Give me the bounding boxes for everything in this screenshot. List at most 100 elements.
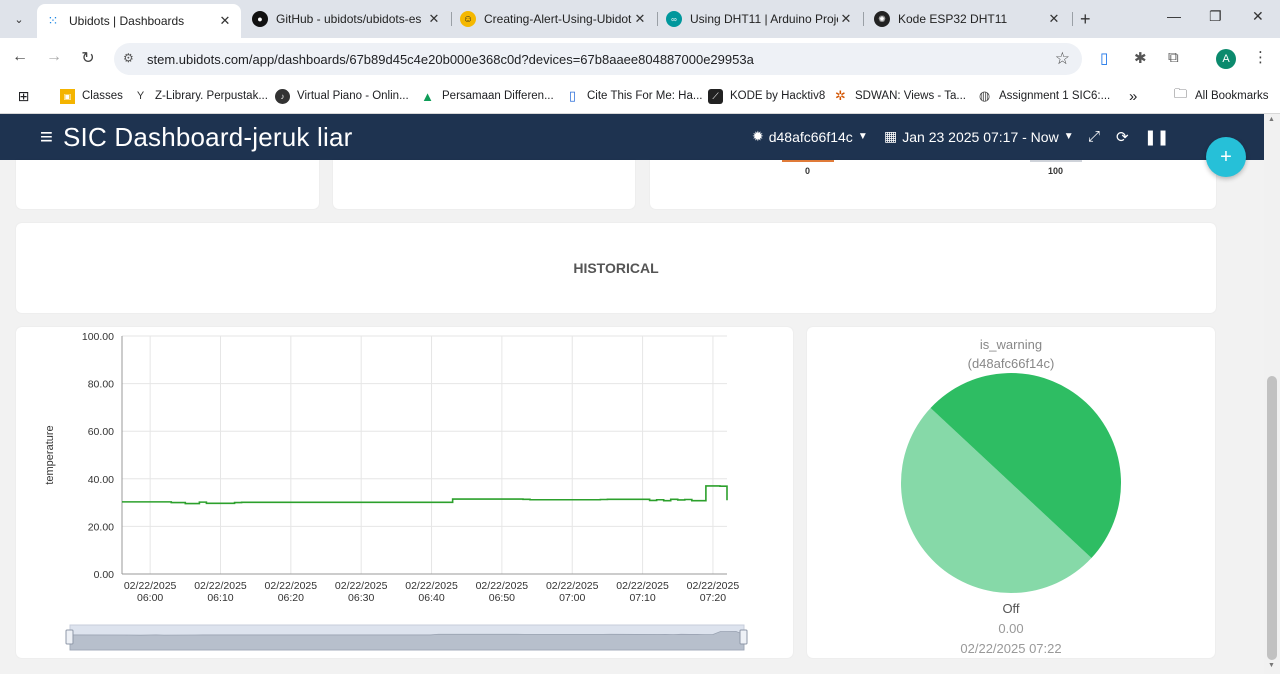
close-tab-icon[interactable]: ✕ xyxy=(217,13,233,29)
dashboard-title[interactable]: SIC Dashboard-jeruk liar xyxy=(63,122,352,153)
hugging-face-favicon-icon: ☺ xyxy=(460,11,476,27)
add-widget-button[interactable]: + xyxy=(1206,137,1246,177)
x-tick-label: 02/22/2025 xyxy=(405,580,458,592)
y-tick-label: 40.00 xyxy=(88,474,114,486)
bookmark-assignment[interactable]: ◍ Assignment 1 SIC6:... xyxy=(977,86,1110,106)
x-tick-label: 02/22/2025 xyxy=(546,580,599,592)
site-settings-icon[interactable]: ⚙ xyxy=(123,51,134,65)
globe-icon: ◍ xyxy=(978,88,991,103)
scroll-down-arrow-icon[interactable]: ▼ xyxy=(1268,662,1275,669)
all-bookmarks[interactable]: 🗀 All Bookmarks xyxy=(1173,86,1269,106)
x-tick-label: 02/22/2025 xyxy=(335,580,388,592)
x-tick-label: 06:50 xyxy=(489,592,515,604)
close-tab-icon[interactable]: ✕ xyxy=(426,11,442,27)
tab-separator xyxy=(863,12,864,26)
bookmark-cite-this[interactable]: ▯ Cite This For Me: Ha... xyxy=(565,86,703,106)
pause-icon[interactable]: ❚❚ xyxy=(1144,128,1169,146)
bookmark-label: Cite This For Me: Ha... xyxy=(587,90,703,102)
tab-search-chevron-icon[interactable]: ⌄ xyxy=(8,8,30,30)
date-range-selector[interactable]: ▦ Jan 23 2025 07:17 - Now ▼ xyxy=(884,128,1074,145)
dashboard-header: ≡ SIC Dashboard-jeruk liar ✹ d48afc66f14… xyxy=(0,114,1264,160)
caret-down-icon: ▼ xyxy=(857,131,868,142)
gauge-min-label: 0 xyxy=(805,166,811,176)
tab-title: Using DHT11 | Arduino Proje xyxy=(690,12,838,26)
apps-grid-icon[interactable]: ⊞ xyxy=(16,86,38,106)
extension-doc-icon[interactable]: ▯ xyxy=(1100,49,1108,67)
back-arrow-icon[interactable]: ← xyxy=(10,48,30,66)
restore-icon[interactable]: ❐ xyxy=(1209,8,1222,25)
device-label: d48afc66f14c xyxy=(768,128,853,145)
calendar-icon: ▦ xyxy=(884,128,898,144)
y-tick-label: 80.00 xyxy=(88,379,114,391)
address-toolbar: ← → ↻ ⚙ stem.ubidots.com/app/dashboards/… xyxy=(0,38,1280,80)
gauge-max-label: 100 xyxy=(1048,166,1064,176)
y-tick-label: 0.00 xyxy=(94,569,115,581)
x-tick-label: 06:20 xyxy=(278,592,304,604)
minimize-icon[interactable]: — xyxy=(1167,8,1181,24)
bookmark-zlibrary[interactable]: Y Z-Library. Perpustak... xyxy=(133,86,268,106)
page-scrollbar[interactable]: ▲ ▼ xyxy=(1264,114,1280,674)
more-bookmarks-chevron[interactable]: » xyxy=(1129,86,1137,106)
tab-creating-alert[interactable]: ☺ Creating-Alert-Using-Ubidot ✕ xyxy=(452,5,656,33)
pie-state: Off xyxy=(1002,601,1020,616)
x-tick-label: 02/22/2025 xyxy=(194,580,247,592)
is-warning-pie-chart[interactable] xyxy=(807,367,1215,607)
url-text[interactable]: stem.ubidots.com/app/dashboards/67b89d45… xyxy=(147,52,754,67)
arduino-favicon-icon: ∞ xyxy=(666,11,682,27)
chatgpt-favicon-icon: ✺ xyxy=(874,11,890,27)
bookmark-sdwan[interactable]: ✲ SDWAN: Views - Ta... xyxy=(833,86,966,106)
x-tick-label: 07:20 xyxy=(700,592,726,604)
browser-menu-icon[interactable]: ⋮ xyxy=(1253,48,1268,66)
close-tab-icon[interactable]: ✕ xyxy=(632,11,648,27)
scrollbar-thumb[interactable] xyxy=(1267,376,1277,660)
caret-down-icon: ▼ xyxy=(1063,131,1074,142)
forward-arrow-icon[interactable]: → xyxy=(44,48,64,66)
bookmark-label: KODE by Hacktiv8 xyxy=(730,90,826,102)
tab-kode-esp32[interactable]: ✺ Kode ESP32 DHT11 ✕ xyxy=(866,5,1070,33)
chip-icon: ✹ xyxy=(752,128,764,144)
bookmark-classes[interactable]: ▣ Classes xyxy=(60,86,123,106)
date-range-label: Jan 23 2025 07:17 - Now xyxy=(902,128,1059,145)
bookmark-label: Assignment 1 SIC6:... xyxy=(999,90,1111,102)
gauge-widget: 0 100 xyxy=(650,160,1216,209)
tab-title: GitHub - ubidots/ubidots-es xyxy=(276,12,422,26)
close-tab-icon[interactable]: ✕ xyxy=(1046,11,1062,27)
new-tab-plus-icon[interactable]: + xyxy=(1080,9,1091,30)
close-window-icon[interactable]: ✕ xyxy=(1252,8,1264,25)
bookmark-label: All Bookmarks xyxy=(1195,90,1269,102)
bookmark-label: Z-Library. Perpustak... xyxy=(155,90,268,102)
scroll-up-arrow-icon[interactable]: ▲ xyxy=(1268,116,1275,123)
x-tick-label: 06:40 xyxy=(418,592,444,604)
ubidots-favicon-icon: ⁙ xyxy=(47,13,59,28)
x-tick-label: 02/22/2025 xyxy=(124,580,177,592)
x-tick-label: 02/22/2025 xyxy=(687,580,740,592)
pie-value: 0.00 xyxy=(998,621,1024,636)
github-favicon-icon: ● xyxy=(252,11,268,27)
tab-arduino[interactable]: ∞ Using DHT11 | Arduino Proje ✕ xyxy=(658,5,862,33)
navigator-right-handle xyxy=(739,629,748,645)
reload-icon[interactable]: ↻ xyxy=(78,48,98,68)
tab-ubidots[interactable]: ⁙ Ubidots | Dashboards ✕ xyxy=(37,4,241,38)
x-tick-label: 02/22/2025 xyxy=(265,580,318,592)
y-axis-label: temperature xyxy=(44,425,56,484)
address-bar[interactable]: ⚙ stem.ubidots.com/app/dashboards/67b89d… xyxy=(114,43,1082,75)
bookmark-persamaan[interactable]: ▲ Persamaan Differen... xyxy=(420,86,554,106)
temperature-line-chart[interactable]: 0.00 20.00 40.00 60.00 80.00 100.00 02/22/2025… xyxy=(16,327,793,658)
bookmark-kode-hacktiv8[interactable]: ⟋ KODE by Hacktiv8 xyxy=(708,86,825,106)
close-tab-icon[interactable]: ✕ xyxy=(838,11,854,27)
refresh-icon[interactable]: ⟳ xyxy=(1116,128,1129,146)
tab-github[interactable]: ● GitHub - ubidots/ubidots-es ✕ xyxy=(244,5,450,33)
piano-icon: ♪ xyxy=(275,88,290,104)
navigator-left-handle xyxy=(65,629,74,645)
profile-avatar[interactable]: A xyxy=(1216,49,1236,69)
tab-separator xyxy=(1072,12,1073,26)
extensions-puzzle-icon[interactable]: ⧉ xyxy=(1168,49,1179,66)
bookmark-virtual-piano[interactable]: ♪ Virtual Piano - Onlin... xyxy=(275,86,409,106)
fullscreen-icon[interactable]: ⤢ xyxy=(1088,128,1100,145)
hamburger-menu-icon[interactable]: ≡ xyxy=(40,124,53,150)
device-selector[interactable]: ✹ d48afc66f14c ▼ xyxy=(752,128,868,145)
x-tick-label: 06:10 xyxy=(207,592,233,604)
bookmark-label: SDWAN: Views - Ta... xyxy=(855,90,966,102)
extension-bug-icon[interactable]: ✱ xyxy=(1134,49,1147,67)
bookmark-star-icon[interactable]: ☆ xyxy=(1055,49,1070,69)
